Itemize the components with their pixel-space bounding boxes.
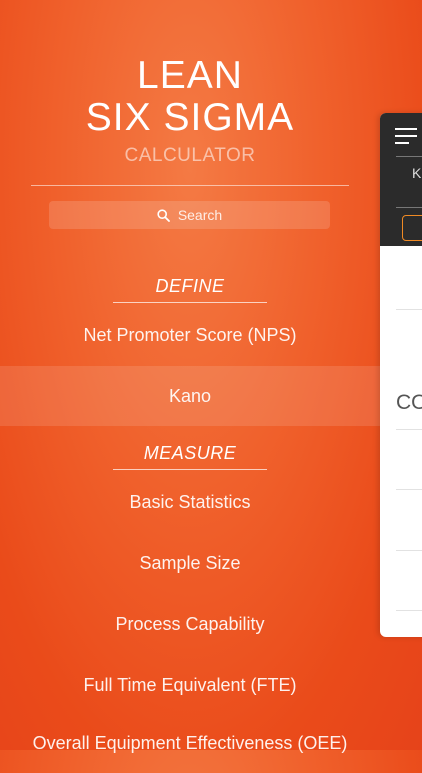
menu-item-kano[interactable]: Kano [0,366,380,426]
menu-item-oee[interactable]: Overall Equipment Effectiveness (OEE) [0,713,380,773]
panel-row-divider [396,429,422,430]
panel-header-title: K [412,165,422,181]
section-define: DEFINE [0,276,380,303]
main-content-panel[interactable]: K CO [380,113,422,637]
menu-item-basic-statistics[interactable]: Basic Statistics [0,472,380,532]
menu-item-nps[interactable]: Net Promoter Score (NPS) [0,305,380,365]
search-icon [157,208,170,222]
section-measure-title: MEASURE [143,443,237,463]
panel-row-divider [396,309,422,310]
section-measure: MEASURE [0,443,380,470]
side-menu: LEAN SIX SIGMA CALCULATOR Search DEFINE … [0,0,380,753]
panel-header-divider-2 [396,207,422,208]
panel-row-divider [396,550,422,551]
panel-body-text: CO [396,391,422,414]
section-define-underline [113,302,267,303]
panel-row-divider [396,610,422,611]
menu-item-sample-size[interactable]: Sample Size [0,533,380,593]
menu-item-fte[interactable]: Full Time Equivalent (FTE) [0,655,380,715]
section-measure-underline [113,469,267,470]
panel-header-divider [396,156,422,157]
panel-header: K [380,113,422,246]
search-placeholder: Search [177,207,223,223]
menu-item-process-capability[interactable]: Process Capability [0,594,380,654]
logo-divider [31,185,349,186]
panel-header-button[interactable] [402,215,422,241]
section-define-title: DEFINE [155,276,225,296]
panel-row-divider [396,489,422,490]
logo-line-six-sigma: SIX SIGMA [85,96,295,139]
hamburger-menu-icon[interactable] [395,128,417,149]
logo-line-lean: LEAN [137,54,243,97]
logo-line-calculator: CALCULATOR [124,145,256,166]
search-bar[interactable]: Search [49,201,330,229]
